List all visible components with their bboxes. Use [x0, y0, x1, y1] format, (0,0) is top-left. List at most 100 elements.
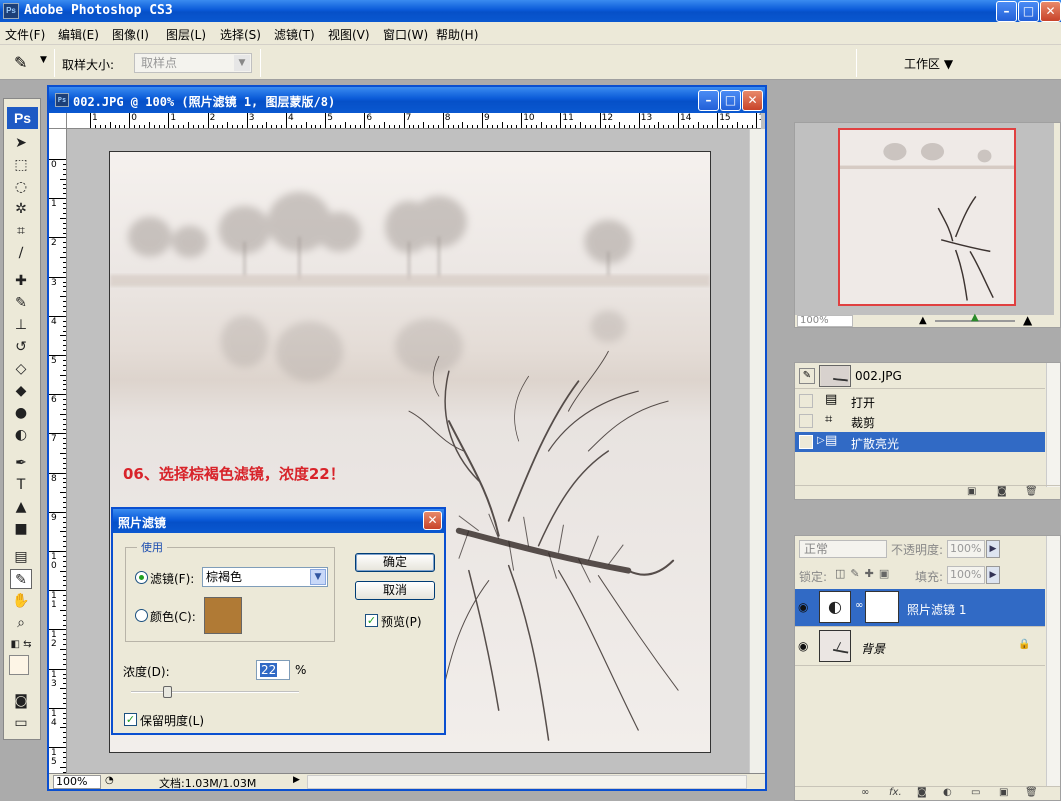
dialog-title-bar[interactable]: 照片滤镜 ✕ [113, 509, 444, 533]
eyedropper-icon[interactable]: ✎ [14, 53, 34, 73]
slice-tool-icon[interactable]: ∕ [10, 243, 32, 263]
doc-close-button[interactable]: ✕ [742, 90, 763, 111]
layer-row[interactable]: ◉ ◐ ∞ 照片滤镜 1 [795, 589, 1045, 627]
zoom-tool-icon[interactable]: ⌕ [10, 613, 32, 633]
menu-layer[interactable]: 图层(L) [166, 26, 206, 43]
navigator-view[interactable] [795, 123, 1054, 315]
notes-tool-icon[interactable]: ▤ [10, 547, 32, 567]
menu-edit[interactable]: 编辑(E) [58, 26, 99, 43]
zoom-in-icon[interactable]: ▲ [1023, 313, 1032, 327]
vertical-scrollbar[interactable] [749, 129, 765, 775]
brush-tool-icon[interactable]: ✎ [10, 293, 32, 313]
new-document-icon[interactable]: ▣ [967, 486, 976, 497]
tool-preset-arrow-icon[interactable]: ▼ [40, 55, 47, 65]
marquee-tool-icon[interactable]: ⬚ [10, 155, 32, 175]
density-input[interactable]: 22 [256, 660, 290, 680]
cancel-button[interactable]: 取消 [355, 581, 435, 600]
eye-icon[interactable]: ◉ [798, 639, 808, 653]
move-tool-icon[interactable]: ➤ [10, 133, 32, 153]
history-step[interactable]: ▤ 打开 [795, 391, 1045, 411]
navigator-slider-thumb[interactable]: ▲ [971, 312, 979, 323]
close-button[interactable]: ✕ [1040, 1, 1061, 22]
adjustment-layer-icon[interactable]: ◐ [943, 787, 952, 798]
vertical-ruler[interactable]: 0 1 2 3 4 5 6 7 8 9 1 0 1 1 1 2 1 3 1 4 1 5 [49, 129, 67, 775]
dialog-close-button[interactable]: ✕ [423, 511, 442, 530]
menu-image[interactable]: 图像(I) [112, 26, 149, 43]
link-layers-icon[interactable]: ∞ [861, 787, 869, 798]
navigator-zoom-field[interactable]: 100% [797, 315, 853, 327]
add-mask-icon[interactable]: ◙ [917, 787, 927, 798]
screen-mode-icon[interactable]: ▭ [10, 713, 32, 733]
minimize-button[interactable]: – [996, 1, 1017, 22]
chain-link-icon[interactable]: ∞ [855, 600, 863, 611]
swap-colors-icon[interactable]: ◧ ⇆ [10, 635, 32, 655]
camera-icon[interactable]: ◙ [997, 486, 1007, 497]
paint-bucket-tool-icon[interactable]: ◆ [10, 381, 32, 401]
stamp-tool-icon[interactable]: ⊥ [10, 315, 32, 335]
preview-checkbox[interactable]: ✓ [365, 614, 378, 627]
fill-input[interactable]: 100% [947, 566, 985, 584]
horizontal-scrollbar[interactable] [307, 775, 747, 789]
history-source-checkbox[interactable] [799, 394, 813, 408]
navigator-thumbnail[interactable] [838, 128, 1016, 306]
history-brush-tool-icon[interactable]: ↺ [10, 337, 32, 357]
blend-mode-select[interactable]: 正常 [799, 540, 887, 558]
history-scrollbar[interactable] [1046, 363, 1060, 487]
magic-wand-tool-icon[interactable]: ✲ [10, 199, 32, 219]
pen-tool-icon[interactable]: ✒ [10, 453, 32, 473]
color-swatch[interactable] [204, 597, 242, 634]
history-source-checkbox[interactable] [799, 435, 813, 449]
color-radio[interactable] [135, 609, 148, 622]
lasso-tool-icon[interactable]: ◌ [10, 177, 32, 197]
history-brush-source-icon[interactable]: ✎ [799, 368, 815, 384]
preserve-luminosity-label[interactable]: 保留明度(L) [140, 712, 204, 729]
opacity-input[interactable]: 100% [947, 540, 985, 558]
blur-tool-icon[interactable]: ● [10, 403, 32, 423]
layer-row[interactable]: ◉ 背景 🔒 [795, 628, 1045, 666]
hand-tool-icon[interactable]: ✋ [10, 591, 32, 611]
zoom-out-icon[interactable]: ▲ [919, 315, 927, 326]
preview-label[interactable]: 预览(P) [381, 613, 422, 630]
menu-select[interactable]: 选择(S) [220, 26, 261, 43]
horizontal-ruler[interactable]: 1012345678910111213141516 [67, 113, 761, 129]
workspace-button[interactable]: 工作区 ▼ [904, 55, 953, 72]
trash-icon[interactable]: 🗑 [1025, 787, 1038, 798]
menu-window[interactable]: 窗口(W) [383, 26, 428, 43]
filter-radio[interactable] [135, 571, 148, 584]
eraser-tool-icon[interactable]: ◇ [10, 359, 32, 379]
history-step[interactable]: ⌗ 裁剪 [795, 411, 1045, 431]
zoom-field[interactable]: 100% [53, 775, 101, 789]
healing-brush-tool-icon[interactable]: ✚ [10, 271, 32, 291]
fx-icon[interactable]: fx. [889, 787, 902, 798]
history-snapshot[interactable]: ✎ 002.JPG [795, 363, 1045, 389]
density-slider-thumb[interactable] [163, 686, 173, 698]
new-group-icon[interactable]: ▭ [971, 787, 980, 798]
filter-label[interactable]: 滤镜(F): [150, 570, 194, 587]
density-slider-track[interactable] [131, 691, 299, 693]
dodge-tool-icon[interactable]: ◐ [10, 425, 32, 445]
filter-select[interactable]: 棕褐色 ▼ [202, 567, 328, 587]
eye-icon[interactable]: ◉ [798, 600, 808, 614]
crop-tool-icon[interactable]: ⌗ [10, 221, 32, 241]
rectangle-tool-icon[interactable]: ■ [10, 519, 32, 539]
doc-maximize-button[interactable]: □ [720, 90, 741, 111]
status-info-icon[interactable]: ◔ [105, 775, 114, 786]
menu-view[interactable]: 视图(V) [328, 26, 370, 43]
lock-icons[interactable]: ◫✎✚▣ [835, 567, 894, 580]
menu-filter[interactable]: 滤镜(T) [274, 26, 315, 43]
layer-name[interactable]: 背景 [861, 640, 885, 657]
ps-logo-icon[interactable]: Ps [7, 107, 38, 129]
opacity-arrow-icon[interactable]: ▶ [986, 540, 1000, 558]
layers-scrollbar[interactable] [1046, 536, 1060, 786]
fill-arrow-icon[interactable]: ▶ [986, 566, 1000, 584]
document-title-bar[interactable]: Ps 002.JPG @ 100% (照片滤镜 1, 图层蒙版/8) – □ ✕ [49, 87, 765, 113]
history-step-selected[interactable]: ▷ ▤ 扩散亮光 [795, 432, 1045, 452]
history-source-checkbox[interactable] [799, 414, 813, 428]
maximize-button[interactable]: □ [1018, 1, 1039, 22]
status-menu-arrow-icon[interactable]: ▶ [293, 775, 300, 785]
quick-mask-icon[interactable]: ◙ [10, 691, 32, 711]
ok-button[interactable]: 确定 [355, 553, 435, 572]
layer-mask-thumbnail[interactable] [865, 591, 899, 623]
trash-icon[interactable]: 🗑 [1025, 486, 1038, 497]
color-label[interactable]: 颜色(C): [150, 608, 196, 625]
